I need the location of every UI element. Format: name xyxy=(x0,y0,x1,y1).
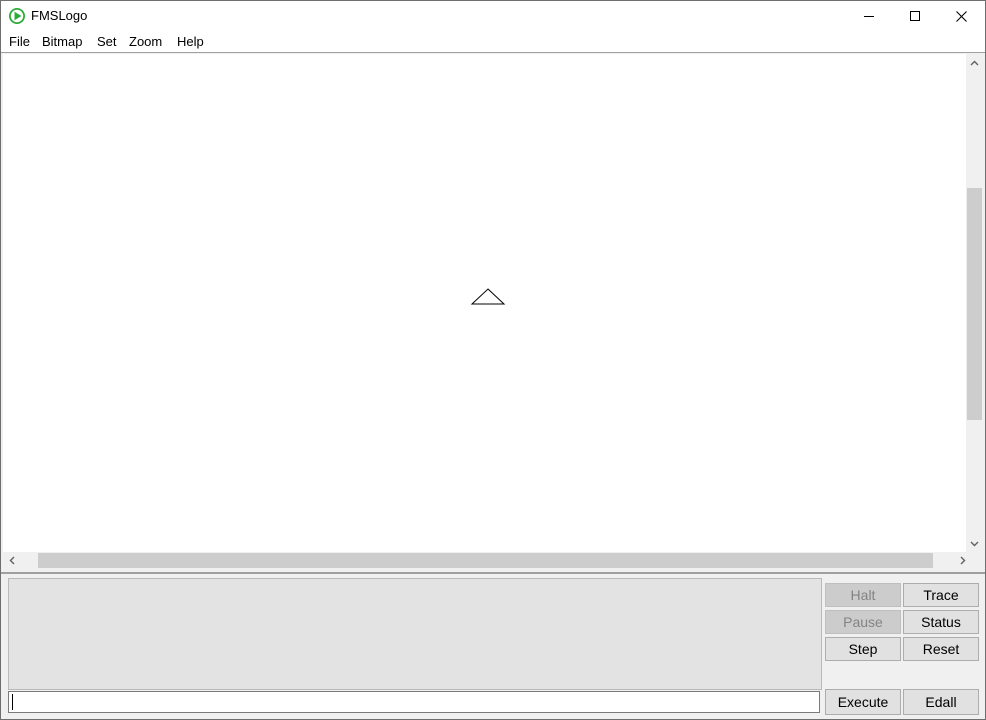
scroll-right-button[interactable] xyxy=(954,552,971,569)
scroll-up-button[interactable] xyxy=(966,54,983,71)
title-bar[interactable]: FMSLogo xyxy=(1,1,985,31)
panel-splitter[interactable] xyxy=(1,572,985,574)
scroll-down-button[interactable] xyxy=(966,535,983,552)
halt-button[interactable]: Halt xyxy=(825,583,901,607)
horizontal-scrollbar[interactable] xyxy=(3,552,966,569)
scroll-left-button[interactable] xyxy=(3,552,20,569)
menu-zoom[interactable]: Zoom xyxy=(129,34,162,49)
menu-help[interactable]: Help xyxy=(177,34,204,49)
command-input[interactable] xyxy=(8,691,820,713)
execute-button[interactable]: Execute xyxy=(825,689,901,715)
menu-bitmap[interactable]: Bitmap xyxy=(42,34,82,49)
chevron-down-icon xyxy=(970,541,979,546)
menu-set[interactable]: Set xyxy=(97,34,117,49)
drawing-canvas[interactable] xyxy=(3,54,966,552)
maximize-icon xyxy=(910,11,920,21)
pause-button[interactable]: Pause xyxy=(825,610,901,634)
vertical-scroll-thumb[interactable] xyxy=(967,188,982,420)
chevron-left-icon xyxy=(9,556,14,565)
minimize-icon xyxy=(864,16,874,17)
maximize-button[interactable] xyxy=(892,1,938,31)
step-button[interactable]: Step xyxy=(825,637,901,661)
close-icon xyxy=(955,10,967,22)
window-title: FMSLogo xyxy=(31,8,88,23)
chevron-up-icon xyxy=(970,60,979,65)
triangle-turtle-icon xyxy=(470,288,506,305)
reset-button[interactable]: Reset xyxy=(903,637,979,661)
fmslogo-window: FMSLogo File Bitmap Set Zoom Help Halt T… xyxy=(0,0,986,720)
scrollbar-corner xyxy=(960,552,983,569)
edall-button[interactable]: Edall xyxy=(903,689,979,715)
trace-button[interactable]: Trace xyxy=(903,583,979,607)
minimize-button[interactable] xyxy=(846,1,892,31)
menu-file[interactable]: File xyxy=(9,34,30,49)
vertical-scrollbar[interactable] xyxy=(966,54,983,552)
app-logo-icon xyxy=(9,8,25,24)
close-button[interactable] xyxy=(938,1,984,31)
horizontal-scroll-thumb[interactable] xyxy=(38,553,933,568)
text-caret xyxy=(12,694,13,710)
status-button[interactable]: Status xyxy=(903,610,979,634)
command-history[interactable] xyxy=(8,578,822,690)
menu-bar: File Bitmap Set Zoom Help xyxy=(1,31,985,53)
chevron-right-icon xyxy=(960,556,965,565)
